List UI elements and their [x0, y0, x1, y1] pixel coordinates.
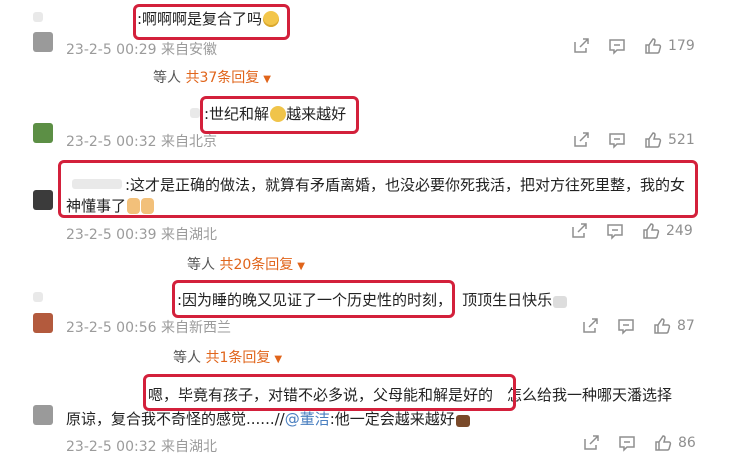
replies-count: 共37条回复 — [185, 70, 260, 86]
comment-button[interactable] — [608, 131, 626, 149]
like-button[interactable]: 179 — [644, 37, 695, 55]
highlight-box — [172, 280, 455, 318]
replies-prefix: 等人 — [153, 70, 181, 86]
replies-link[interactable]: 等人 共1条回复 ▼ — [173, 347, 282, 367]
like-button[interactable]: 86 — [654, 434, 696, 452]
dropdown-triangle-icon: ▼ — [297, 261, 305, 272]
comment-icon — [609, 133, 625, 149]
share-icon — [574, 38, 589, 53]
replies-link[interactable]: 等人 共20条回复 ▼ — [187, 254, 305, 274]
comment-meta: 23-2-5 00:32 来自湖北 — [66, 439, 217, 455]
like-count: 521 — [668, 132, 695, 148]
comment-meta: 23-2-5 00:29 来自安徽 — [66, 42, 217, 58]
thumbs-up-icon — [645, 132, 662, 148]
like-count: 179 — [668, 38, 695, 54]
replies-link[interactable]: 等人 共37条回复 ▼ — [153, 67, 271, 87]
thumbs-up-icon — [645, 38, 662, 54]
comment-actions: 86 — [582, 434, 696, 452]
like-count: 249 — [666, 223, 693, 239]
comment-icon — [609, 39, 625, 55]
dropdown-triangle-icon: ▼ — [274, 354, 283, 365]
cake-emoji-icon — [455, 415, 470, 427]
avatar[interactable] — [33, 32, 53, 52]
like-button[interactable]: 249 — [642, 222, 693, 240]
like-count: 87 — [677, 318, 695, 334]
username-blurred — [33, 12, 43, 22]
avatar[interactable] — [33, 313, 53, 333]
comment-button[interactable] — [617, 317, 635, 335]
comment-meta: 23-2-5 00:39 来自湖北 — [66, 227, 217, 243]
comment-meta: 23-2-5 00:56 来自新西兰 — [66, 320, 231, 336]
thumbs-up-icon — [654, 318, 671, 334]
comment-button[interactable] — [608, 37, 626, 55]
comment-actions: 521 — [572, 131, 695, 149]
comment-actions: 249 — [570, 222, 693, 240]
highlight-box — [133, 4, 290, 40]
like-button[interactable]: 521 — [644, 131, 695, 149]
highlight-box — [143, 374, 516, 411]
like-count: 86 — [678, 435, 696, 451]
replies-count: 共20条回复 — [219, 257, 294, 273]
replies-prefix: 等人 — [173, 350, 201, 366]
username-blurred — [33, 292, 43, 302]
highlight-box — [200, 96, 359, 134]
like-button[interactable]: 87 — [653, 317, 695, 335]
thumbs-up-icon — [655, 435, 672, 451]
comment-button[interactable] — [606, 222, 624, 240]
replies-count: 共1条回复 — [205, 350, 271, 366]
share-button[interactable] — [581, 317, 599, 335]
comment-icon — [618, 319, 634, 335]
avatar[interactable] — [33, 190, 53, 210]
share-button[interactable] — [572, 131, 590, 149]
avatar[interactable] — [33, 123, 53, 143]
highlight-box — [58, 160, 698, 218]
share-button[interactable] — [572, 37, 590, 55]
comment-button[interactable] — [618, 434, 636, 452]
thumbs-up-icon — [643, 223, 660, 239]
username-blurred — [190, 108, 200, 118]
share-icon — [583, 318, 598, 333]
comment-meta: 23-2-5 00:32 来自北京 — [66, 134, 217, 150]
comment-icon — [607, 224, 623, 240]
share-button[interactable] — [570, 222, 588, 240]
comment-actions: 87 — [581, 317, 695, 335]
comment-icon — [619, 436, 635, 452]
dropdown-triangle-icon: ▼ — [263, 74, 271, 85]
replies-prefix: 等人 — [187, 257, 215, 273]
comment-actions: 179 — [572, 37, 695, 55]
avatar[interactable] — [33, 405, 53, 425]
mention-link[interactable]: @董洁 — [285, 410, 330, 428]
share-icon — [584, 435, 599, 450]
share-button[interactable] — [582, 434, 600, 452]
share-icon — [572, 223, 587, 238]
cake-emoji-icon — [553, 296, 568, 308]
share-icon — [574, 132, 589, 147]
